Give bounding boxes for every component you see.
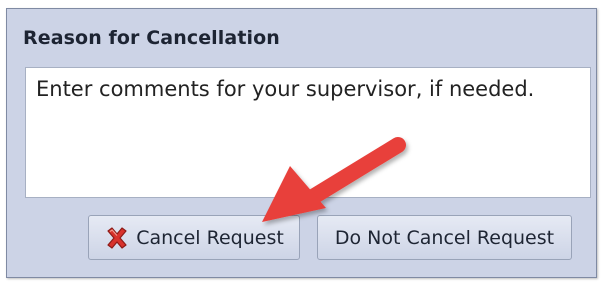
comments-field[interactable] (25, 67, 591, 198)
red-x-icon (104, 225, 130, 251)
do-not-cancel-button[interactable]: Do Not Cancel Request (317, 215, 572, 260)
do-not-cancel-label: Do Not Cancel Request (334, 226, 555, 249)
panel-title: Reason for Cancellation (23, 27, 280, 49)
cancel-request-label: Cancel Request (136, 226, 284, 249)
cancellation-panel: Reason for Cancellation Cancel Request D… (6, 8, 597, 278)
cancel-request-button[interactable]: Cancel Request (88, 215, 300, 260)
